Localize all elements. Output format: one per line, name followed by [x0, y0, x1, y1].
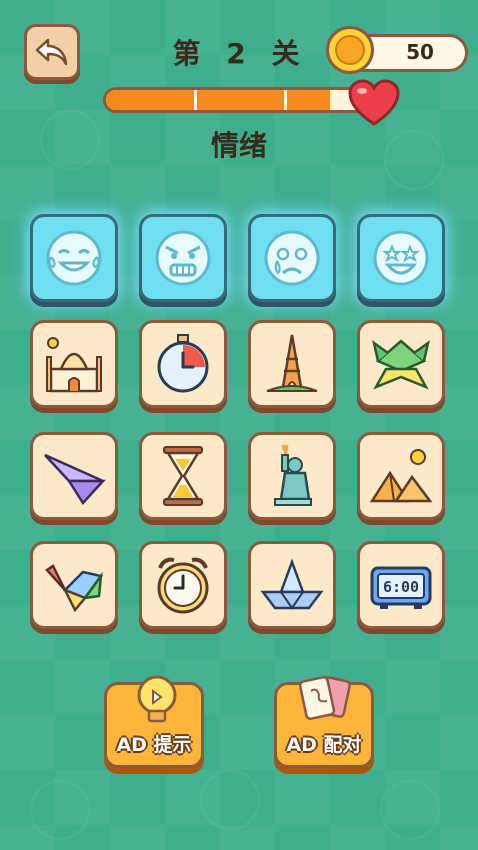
back-arrow-icon — [35, 38, 68, 66]
star-eyes-face-icon — [373, 230, 429, 286]
background-face-icon — [200, 770, 260, 830]
eiffel-tower-icon — [266, 334, 318, 392]
stopwatch-icon — [157, 334, 209, 393]
tile[interactable] — [248, 214, 336, 302]
digital-clock-icon: 6:00 — [370, 566, 432, 609]
pyramids-icon — [369, 449, 433, 503]
back-button[interactable] — [24, 24, 80, 80]
origami-crane-icon — [45, 564, 104, 613]
digital-clock-text: 6:00 — [383, 578, 419, 596]
taj-mahal-icon — [46, 337, 102, 393]
tile[interactable] — [248, 432, 336, 520]
tile[interactable]: 6:00 — [357, 541, 445, 629]
hint-label: AD 提示 — [116, 734, 192, 756]
coin-icon — [326, 26, 374, 74]
statue-of-liberty-icon — [274, 444, 312, 506]
paper-plane-icon — [44, 453, 106, 506]
alarm-clock-icon — [157, 557, 209, 614]
tile[interactable] — [30, 320, 118, 408]
crying-laughing-face-icon — [46, 230, 102, 286]
hourglass-icon — [163, 446, 203, 506]
tile[interactable] — [357, 214, 445, 302]
crying-face-icon — [264, 230, 320, 286]
tile[interactable] — [30, 214, 118, 302]
tile[interactable] — [139, 541, 227, 629]
match-label: AD 配对 — [286, 734, 362, 756]
lightbulb-icon — [137, 675, 177, 723]
category-title: 情绪 — [210, 129, 267, 162]
angry-face-icon — [155, 230, 211, 286]
ad-hint-button[interactable]: AD 提示 — [104, 675, 204, 768]
tile[interactable] — [139, 432, 227, 520]
heart-icon — [348, 79, 400, 126]
origami-frog-icon — [372, 339, 430, 390]
tile[interactable] — [30, 541, 118, 629]
background-face-icon — [380, 780, 440, 840]
tile[interactable] — [357, 432, 445, 520]
progress-fill — [106, 90, 331, 110]
tile[interactable] — [357, 320, 445, 408]
tile[interactable] — [139, 214, 227, 302]
coin-count: 50 — [406, 40, 434, 64]
background-face-icon — [30, 780, 90, 840]
tile[interactable] — [248, 320, 336, 408]
tile[interactable] — [248, 541, 336, 629]
cards-icon — [298, 675, 351, 721]
paper-boat-icon — [260, 558, 324, 610]
progress-bar — [103, 87, 373, 113]
tile[interactable] — [30, 432, 118, 520]
tile[interactable] — [139, 320, 227, 408]
ad-match-button[interactable]: AD 配对 — [274, 675, 374, 768]
level-title: 第 2 关 — [172, 37, 308, 70]
